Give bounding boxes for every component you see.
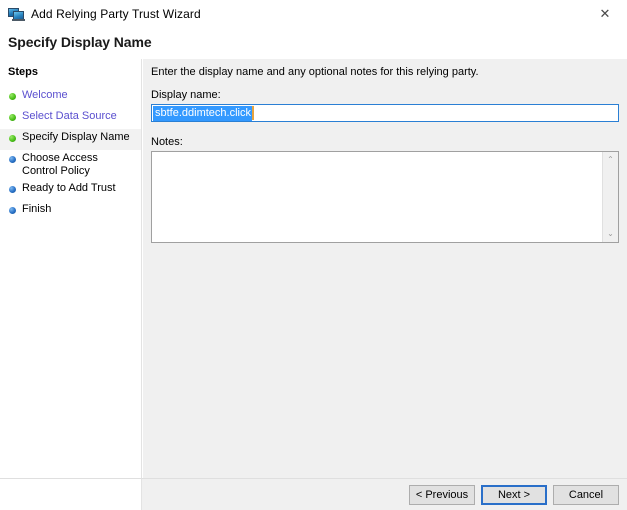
sidebar-item-welcome[interactable]: Welcome	[0, 87, 141, 108]
step-bullet-icon	[9, 93, 16, 100]
display-name-value: sbtfe.ddimtech.click	[153, 105, 252, 121]
page-title: Specify Display Name	[8, 34, 152, 50]
notes-textarea[interactable]: ⌃ ⌄	[151, 151, 619, 243]
cancel-button[interactable]: Cancel	[553, 485, 619, 505]
wizard-footer: < Previous Next > Cancel	[0, 478, 627, 510]
text-caret	[251, 106, 254, 120]
display-name-input[interactable]: sbtfe.ddimtech.click	[151, 104, 619, 122]
steps-sidebar: Steps Welcome Select Data Source Specify…	[0, 59, 142, 478]
sidebar-item-specify-display-name[interactable]: Specify Display Name	[0, 129, 141, 150]
step-bullet-icon	[9, 207, 16, 214]
notes-label: Notes:	[151, 136, 183, 148]
steps-heading: Steps	[8, 66, 38, 78]
notes-scrollbar[interactable]: ⌃ ⌄	[602, 152, 618, 242]
step-label: Choose Access Control Policy	[22, 152, 98, 177]
step-bullet-icon	[9, 114, 16, 121]
wizard-window: Add Relying Party Trust Wizard ✕ Specify…	[0, 0, 627, 510]
sidebar-item-finish[interactable]: Finish	[0, 201, 141, 222]
window-title: Add Relying Party Trust Wizard	[31, 7, 201, 21]
scroll-down-icon[interactable]: ⌄	[603, 226, 618, 242]
sidebar-item-ready-to-add-trust[interactable]: Ready to Add Trust	[0, 180, 141, 201]
scrollbar-track[interactable]	[603, 168, 618, 226]
next-button[interactable]: Next >	[481, 485, 547, 505]
step-label: Ready to Add Trust	[22, 182, 116, 194]
close-icon[interactable]: ✕	[583, 0, 627, 28]
steps-list: Welcome Select Data Source Specify Displ…	[0, 87, 141, 222]
scroll-up-icon[interactable]: ⌃	[603, 152, 618, 168]
step-label: Specify Display Name	[22, 131, 130, 143]
footer-sidebar-fill	[0, 479, 142, 510]
instruction-text: Enter the display name and any optional …	[151, 66, 479, 78]
sidebar-item-select-data-source[interactable]: Select Data Source	[0, 108, 141, 129]
step-bullet-icon	[9, 156, 16, 163]
main-content: Enter the display name and any optional …	[143, 59, 627, 478]
title-bar: Add Relying Party Trust Wizard ✕	[0, 0, 627, 28]
previous-button[interactable]: < Previous	[409, 485, 475, 505]
step-label: Select Data Source	[22, 110, 117, 122]
wizard-app-icon	[8, 6, 25, 22]
step-bullet-icon	[9, 135, 16, 142]
sidebar-item-choose-access-control-policy[interactable]: Choose Access Control Policy	[0, 150, 141, 180]
step-label: Finish	[22, 203, 52, 215]
display-name-label: Display name:	[151, 89, 221, 101]
wizard-body: Steps Welcome Select Data Source Specify…	[0, 59, 627, 478]
step-bullet-icon	[9, 186, 16, 193]
step-label: Welcome	[22, 89, 68, 101]
